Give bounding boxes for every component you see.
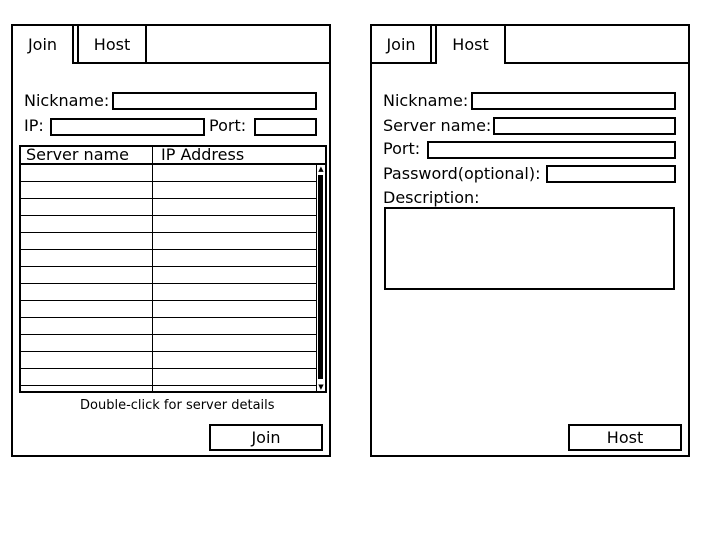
- table-row[interactable]: [21, 284, 316, 301]
- scrollbar-thumb[interactable]: [318, 175, 323, 379]
- server-name-label: Server name:: [383, 116, 492, 135]
- table-row[interactable]: [21, 369, 316, 386]
- ip-label: IP:: [24, 116, 44, 135]
- tab-host[interactable]: Host: [435, 26, 506, 64]
- tab-join[interactable]: Join: [13, 26, 74, 64]
- table-row[interactable]: [21, 199, 316, 216]
- scroll-down-arrow-icon[interactable]: ▼: [317, 383, 325, 391]
- tab-join[interactable]: Join: [372, 26, 432, 62]
- table-row[interactable]: [21, 301, 316, 318]
- join-button[interactable]: Join: [209, 424, 323, 451]
- nickname-label: Nickname:: [383, 91, 469, 110]
- table-row[interactable]: [21, 182, 316, 199]
- host-panel: Join Host Nickname: Server name: Port: P…: [370, 24, 690, 457]
- scroll-up-arrow-icon[interactable]: ▲: [317, 165, 325, 173]
- tab-host[interactable]: Host: [77, 26, 147, 62]
- column-header-ip-address[interactable]: IP Address: [161, 147, 244, 164]
- table-row[interactable]: [21, 250, 316, 267]
- table-row[interactable]: [21, 335, 316, 352]
- port-field[interactable]: [254, 118, 317, 136]
- port-field[interactable]: [427, 141, 676, 159]
- vertical-scrollbar[interactable]: ▲ ▼: [316, 165, 325, 391]
- table-row[interactable]: [21, 233, 316, 250]
- port-label: Port:: [383, 139, 421, 158]
- table-row[interactable]: [21, 318, 316, 335]
- table-row[interactable]: [21, 267, 316, 284]
- table-row[interactable]: [21, 216, 316, 233]
- server-name-field[interactable]: [493, 117, 676, 135]
- join-panel-tab-bar: Join Host: [13, 26, 329, 64]
- password-field[interactable]: [546, 165, 676, 183]
- description-textarea[interactable]: [384, 207, 675, 290]
- port-label: Port:: [209, 116, 247, 135]
- host-panel-tab-bar: Join Host: [372, 26, 688, 64]
- join-panel: Join Host Nickname: IP: Port: Server nam…: [11, 24, 331, 457]
- nickname-field[interactable]: [112, 92, 317, 110]
- nickname-label: Nickname:: [24, 91, 110, 110]
- table-rows: [21, 165, 316, 391]
- nickname-field[interactable]: [471, 92, 676, 110]
- host-button[interactable]: Host: [568, 424, 682, 451]
- password-label: Password(optional):: [383, 164, 541, 183]
- server-list-table[interactable]: Server name IP Address ▲ ▼: [19, 145, 327, 393]
- table-row[interactable]: [21, 352, 316, 369]
- table-row[interactable]: [21, 165, 316, 182]
- server-details-hint: Double-click for server details: [80, 398, 275, 413]
- column-header-server-name[interactable]: Server name: [26, 147, 129, 164]
- ip-field[interactable]: [50, 118, 205, 136]
- table-header: Server name IP Address: [21, 147, 325, 165]
- description-label: Description:: [383, 188, 480, 207]
